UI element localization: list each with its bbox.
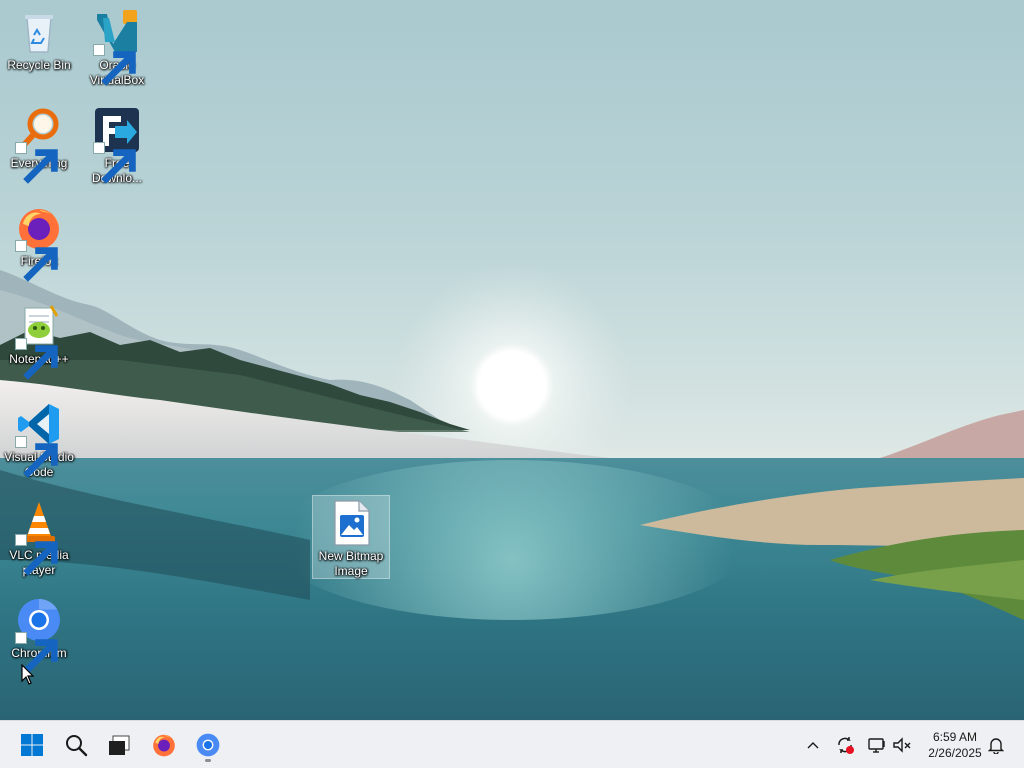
shortcut-arrow-icon bbox=[15, 632, 58, 674]
search-button[interactable] bbox=[58, 727, 94, 763]
firefox-icon bbox=[15, 204, 63, 282]
desktop-icon-chromium[interactable]: Chromium bbox=[0, 596, 78, 674]
firefox-icon bbox=[153, 734, 175, 757]
clock-date: 2/26/2025 bbox=[928, 746, 982, 760]
volume-muted-icon bbox=[893, 737, 911, 753]
desktop-icon-label: New Bitmap Image bbox=[318, 549, 384, 578]
taskbar: 6:59 AM 2/26/2025 bbox=[0, 720, 1024, 768]
notifications-button[interactable] bbox=[985, 733, 1007, 757]
shortcut-arrow-icon bbox=[93, 142, 136, 184]
notepad-plus-plus-icon bbox=[15, 302, 63, 380]
chromium-icon bbox=[196, 733, 220, 757]
bitmap-image-icon bbox=[327, 499, 375, 547]
vscode-icon bbox=[15, 400, 63, 478]
desktop-icon-label: Recycle Bin bbox=[7, 58, 71, 72]
taskbar-firefox-button[interactable] bbox=[146, 727, 182, 763]
shortcut-arrow-icon bbox=[15, 240, 58, 282]
desktop-icon-virtualbox[interactable]: Oracle VirtualBox bbox=[78, 8, 156, 88]
chevron-up-icon bbox=[807, 742, 819, 749]
desktop-icon-vscode[interactable]: Visual Studio Code bbox=[0, 400, 78, 480]
free-download-manager-icon bbox=[93, 106, 141, 184]
windows-start-icon bbox=[21, 734, 43, 756]
shortcut-arrow-icon bbox=[93, 44, 136, 86]
desktop-icon-notepad-plus-plus[interactable]: Notepad++ bbox=[0, 302, 78, 380]
shortcut-arrow-icon bbox=[15, 142, 58, 184]
tray-volume-button[interactable] bbox=[891, 733, 913, 757]
desktop-icon-recycle-bin[interactable]: Recycle Bin bbox=[0, 8, 78, 73]
task-view-button[interactable] bbox=[101, 727, 137, 763]
mouse-cursor-icon bbox=[21, 664, 35, 685]
taskbar-chromium-button[interactable] bbox=[190, 727, 226, 763]
network-icon bbox=[868, 738, 885, 753]
chromium-icon bbox=[15, 596, 63, 674]
vlc-icon bbox=[15, 498, 63, 576]
desktop-icon-vlc[interactable]: VLC media player bbox=[0, 498, 78, 578]
desktop-icon-free-download-manager[interactable]: Free Downlo... bbox=[78, 106, 156, 186]
tray-network-button[interactable] bbox=[866, 733, 888, 757]
running-indicator bbox=[205, 759, 211, 762]
start-button[interactable] bbox=[14, 727, 50, 763]
clock-time: 6:59 AM bbox=[932, 730, 978, 744]
virtualbox-icon bbox=[93, 8, 141, 86]
show-hidden-icons-button[interactable] bbox=[802, 733, 824, 757]
bell-icon bbox=[987, 738, 1005, 754]
shortcut-arrow-icon bbox=[15, 436, 58, 478]
shortcut-arrow-icon bbox=[15, 338, 58, 380]
recycle-bin-icon bbox=[15, 8, 63, 56]
search-icon bbox=[66, 735, 88, 757]
sync-alert-icon bbox=[838, 737, 854, 754]
shortcut-arrow-icon bbox=[15, 534, 58, 576]
desktop-icon-new-bitmap-image[interactable]: New Bitmap Image bbox=[312, 495, 390, 579]
desktop-icon-everything[interactable]: Everything bbox=[0, 106, 78, 184]
tray-update-button[interactable] bbox=[834, 733, 856, 757]
terminal-icon bbox=[109, 735, 130, 755]
everything-search-icon bbox=[15, 106, 63, 184]
clock[interactable]: 6:59 AM 2/26/2025 bbox=[920, 729, 990, 761]
desktop[interactable]: Recycle Bin Everything Firefox Notepad++… bbox=[0, 0, 1024, 720]
desktop-icon-firefox[interactable]: Firefox bbox=[0, 204, 78, 282]
